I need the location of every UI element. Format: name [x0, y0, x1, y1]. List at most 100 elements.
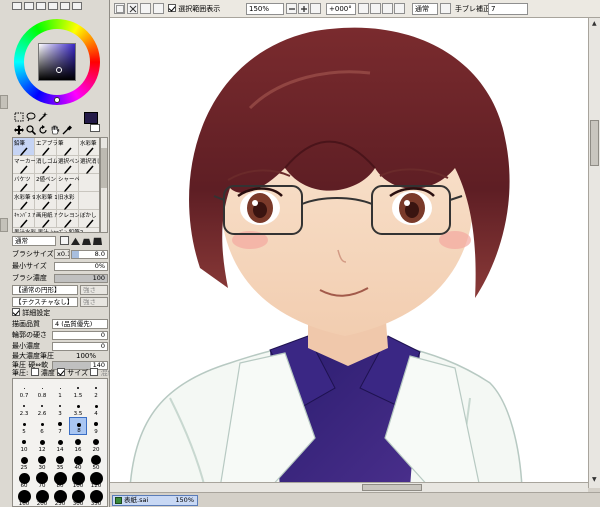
brush-tool-slot[interactable]: 消しゴム — [35, 156, 57, 174]
brush-tool-slot[interactable]: 水彩筆 — [79, 138, 99, 156]
pressure-density-checkbox[interactable] — [30, 368, 39, 376]
scratchpad-toggle-icon[interactable] — [72, 2, 82, 10]
detail-checkbox[interactable] — [12, 308, 20, 316]
size-preset[interactable]: 200 — [33, 489, 51, 506]
lasso-icon[interactable] — [26, 112, 36, 122]
size-preset[interactable]: 300 — [69, 489, 87, 506]
layer-opacity-icon[interactable] — [440, 3, 451, 14]
brush-tool-slot[interactable]: エアブラシ — [35, 138, 57, 156]
brush-tool-slot[interactable]: 鉛筆 — [13, 138, 35, 156]
hsv-slider-toggle-icon[interactable] — [36, 2, 46, 10]
scrollbar-thumb[interactable] — [590, 120, 599, 166]
rotate-right-icon[interactable] — [370, 3, 381, 14]
stabilizer-select[interactable]: 7 — [488, 3, 528, 15]
color-wheel[interactable] — [14, 19, 100, 105]
brush-shape-hard-icon[interactable] — [93, 237, 102, 245]
zoom-reset-icon[interactable] — [310, 3, 321, 14]
sub-color-swatch[interactable] — [90, 124, 100, 132]
size-preset[interactable]: 120 — [87, 471, 105, 489]
canvas-vertical-scrollbar[interactable]: ▲ ▼ — [588, 18, 600, 488]
size-preset[interactable]: 70 — [33, 471, 51, 489]
selection-clear-icon[interactable] — [114, 3, 125, 14]
size-preset[interactable]: 80 — [51, 471, 69, 489]
brush-shape-select[interactable]: 【通常の円形】 — [12, 285, 78, 295]
canvas-horizontal-scrollbar[interactable] — [110, 482, 588, 492]
color-palette-toggle-icon[interactable] — [48, 2, 58, 10]
size-preset[interactable]: 7 — [51, 417, 69, 435]
rgb-slider-toggle-icon[interactable] — [24, 2, 34, 10]
brush-tool-slot[interactable]: ぼかし — [79, 210, 99, 228]
select-all-icon[interactable] — [153, 3, 164, 14]
brush-tool-slot[interactable]: 水彩筆 10細 — [35, 192, 57, 210]
size-preset[interactable]: 250 — [51, 489, 69, 506]
size-preset[interactable]: 9 — [87, 417, 105, 435]
brush-texture-select[interactable]: 【テクスチャなし】 — [12, 297, 78, 307]
size-preset[interactable]: 3.5 — [69, 399, 87, 417]
size-preset[interactable]: 16 — [69, 435, 87, 453]
magic-wand-icon[interactable] — [38, 112, 48, 122]
rotate-left-icon[interactable] — [358, 3, 369, 14]
brush-tool-slot[interactable]: マーカー — [13, 156, 35, 174]
size-preset[interactable]: 14 — [51, 435, 69, 453]
density-slider[interactable]: 100 — [54, 274, 108, 283]
size-preset[interactable]: 100 — [69, 471, 87, 489]
size-preset[interactable]: 35 — [51, 453, 69, 471]
brush-grid-scrollbar[interactable] — [100, 137, 108, 233]
flip-horizontal-icon[interactable] — [394, 3, 405, 14]
brush-tool-slot[interactable]: 水彩筆 9細 — [13, 192, 35, 210]
eyedropper-icon[interactable] — [62, 125, 72, 135]
scroll-up-icon[interactable]: ▲ — [592, 20, 597, 27]
size-preset[interactable]: 2 — [87, 381, 105, 399]
swatch-toggle-icon[interactable] — [60, 2, 70, 10]
min-size-slider[interactable]: 0% — [54, 262, 108, 271]
zoom-out-icon[interactable] — [286, 3, 297, 14]
brush-tool-slot[interactable]: 旧水彩 — [57, 192, 79, 210]
min-density-slider[interactable]: 0 — [52, 342, 108, 351]
panel-collapse-handle[interactable] — [0, 218, 8, 232]
hand-icon[interactable] — [50, 125, 60, 135]
document-tab[interactable]: 表紙.sai 150% — [112, 495, 198, 506]
blend-mode-dropdown[interactable]: 通常 — [412, 3, 438, 15]
main-color-swatch[interactable] — [84, 112, 98, 124]
size-preset[interactable]: 4 — [87, 399, 105, 417]
size-preset[interactable]: 10 — [15, 435, 33, 453]
size-preset[interactable]: 8 — [69, 417, 87, 435]
size-preset[interactable]: 25 — [15, 453, 33, 471]
hue-cursor[interactable] — [54, 97, 60, 103]
size-preset[interactable]: 5 — [15, 417, 33, 435]
selection-display-checkbox[interactable] — [168, 4, 176, 12]
brush-size-slider[interactable]: 8.0 — [71, 250, 108, 259]
size-preset[interactable]: 50 — [87, 453, 105, 471]
brush-tool-slot[interactable]: 選択ペン — [57, 156, 79, 174]
zoom-select[interactable]: 150% — [246, 3, 284, 15]
brush-tool-slot[interactable]: ｷｬﾝﾊﾞｽ ｱｸﾘﾙ — [13, 210, 35, 228]
size-preset[interactable]: 30 — [33, 453, 51, 471]
size-preset[interactable]: 60 — [15, 471, 33, 489]
pressure-size-checkbox[interactable] — [57, 368, 66, 376]
brush-tool-slot[interactable]: クレヨン — [57, 210, 79, 228]
saturation-value-square[interactable] — [38, 43, 76, 81]
brush-shape-none-icon[interactable] — [60, 236, 69, 245]
brush-tool-slot[interactable]: 2値ペン — [35, 174, 57, 192]
brush-tool-slot[interactable]: 画用紙 ｱｸﾘﾙ — [35, 210, 57, 228]
brush-tool-slot[interactable]: 選択消し — [79, 156, 99, 174]
rotate-icon[interactable] — [38, 125, 48, 135]
brush-tool-slot[interactable] — [79, 192, 99, 210]
zoom-in-icon[interactable] — [298, 3, 309, 14]
scroll-down-icon[interactable]: ▼ — [592, 476, 597, 483]
size-preset[interactable]: 12 — [33, 435, 51, 453]
zoom-icon[interactable] — [26, 125, 36, 135]
brush-shape-soft-icon[interactable] — [71, 237, 80, 245]
quality-select[interactable]: 4 (品質優先) — [52, 319, 108, 329]
brush-tool-slot[interactable]: シャーペ — [57, 174, 79, 192]
size-preset[interactable]: 6 — [33, 417, 51, 435]
brush-tool-slot[interactable] — [79, 174, 99, 192]
brush-tool-slot[interactable]: バケツ — [13, 174, 35, 192]
rotation-select[interactable]: +000° — [326, 3, 356, 15]
size-preset[interactable]: 160 — [15, 489, 33, 506]
color-wheel-toggle-icon[interactable] — [12, 2, 22, 10]
scrollbar-thumb[interactable] — [362, 484, 422, 491]
pressure-blend-checkbox[interactable] — [90, 368, 99, 376]
scrollbar-thumb[interactable] — [101, 148, 107, 188]
move-icon[interactable] — [14, 125, 24, 135]
